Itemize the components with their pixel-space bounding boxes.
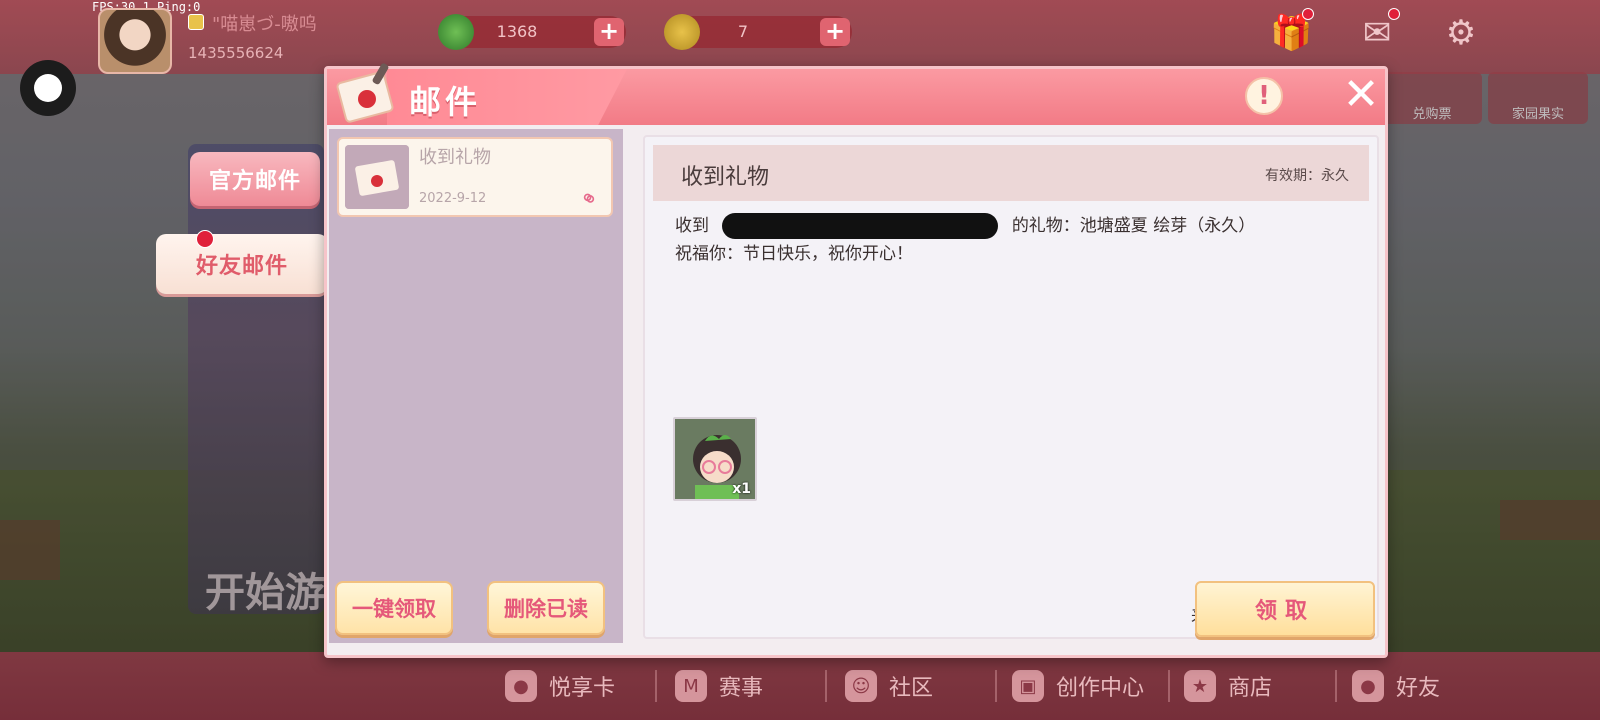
gift-notification-dot (1302, 8, 1314, 20)
player-nickname: "喵崽づ-嗷呜 (212, 14, 317, 35)
player-avatar[interactable] (98, 8, 172, 74)
cube-icon: ▣ (1012, 670, 1044, 702)
community-icon: ☺ (845, 670, 877, 702)
mail-subject: 收到礼物 (419, 147, 491, 168)
nav-friends[interactable]: ● 好友 (1352, 652, 1440, 720)
gift-count: x1 (732, 481, 751, 497)
mail-dialog: 邮件 ! ✕ 收到礼物 2022-9-12 ⚭ 一键领取 删除已读 收到礼物 有… (324, 63, 1388, 658)
coin-value: 7 (737, 22, 749, 41)
friend-mail-notification-dot (196, 230, 214, 248)
envelope-thumbnail-icon (345, 145, 409, 209)
content-title: 收到礼物 (681, 165, 770, 190)
trophy-icon: M (675, 670, 707, 702)
info-button[interactable]: ! (1245, 77, 1283, 115)
nav-creation-center-label: 创作中心 (1056, 676, 1145, 701)
add-coin-button[interactable]: + (820, 18, 850, 46)
expiry-text: 有效期：永久 (1265, 168, 1349, 184)
nav-member-card[interactable]: ● 悦享卡 (505, 652, 615, 720)
mail-list-item[interactable]: 收到礼物 2022-9-12 ⚭ (337, 137, 613, 217)
nav-creation-center[interactable]: ▣ 创作中心 (1012, 652, 1144, 720)
mail-list-panel: 收到礼物 2022-9-12 ⚭ (329, 129, 623, 643)
body-suffix: 的礼物：池塘盛夏 绘芽（永久） (1011, 216, 1256, 236)
player-uid: 1435556624 (188, 44, 284, 62)
nav-shop-label: 商店 (1228, 676, 1273, 701)
gift-icon[interactable]: 🎁 (1270, 8, 1314, 54)
nav-community[interactable]: ☺ 社区 (845, 652, 933, 720)
cart-icon: ★ (1184, 670, 1216, 702)
coin-counter: 7 + (664, 14, 852, 50)
redacted-sender (722, 213, 999, 239)
nav-events[interactable]: M 赛事 (675, 652, 763, 720)
nav-divider (825, 670, 827, 702)
rank-badge-icon (188, 14, 204, 30)
envelope-icon (336, 63, 394, 123)
pig-icon: ● (505, 670, 537, 702)
mail-notification-dot (1388, 8, 1400, 20)
mail-content-panel: 收到礼物 有效期：永久 收到 的礼物：池塘盛夏 绘芽（永久） 祝福你：节日快乐，… (643, 135, 1379, 639)
friend-icon: ● (1352, 670, 1384, 702)
mail-icon[interactable]: ✉ (1356, 8, 1400, 54)
mail-date: 2022-9-12 (419, 191, 487, 206)
gem-value: 1368 (496, 22, 538, 41)
mail-body-line-2: 祝福你：节日快乐，祝你开心！ (675, 244, 913, 264)
bottom-nav: ● 悦享卡 M 赛事 ☺ 社区 ▣ 创作中心 ★ 商店 ● 好友 (0, 652, 1600, 720)
nav-events-label: 赛事 (719, 676, 764, 701)
tab-friend-mail[interactable]: 好友邮件 (156, 230, 328, 294)
settings-gear-icon[interactable]: ⚙ (1440, 12, 1482, 54)
close-button[interactable]: ✕ (1337, 71, 1385, 119)
nav-community-label: 社区 (889, 676, 934, 701)
nav-divider (995, 670, 997, 702)
dialog-header: 邮件 ! ✕ (327, 63, 1385, 125)
tab-official-mail[interactable]: 官方邮件 (190, 152, 320, 206)
attachment-clip-icon: ⚭ (573, 184, 603, 215)
tab-friend-mail-label: 好友邮件 (195, 254, 288, 279)
nav-divider (655, 670, 657, 702)
nav-divider (1335, 670, 1337, 702)
top-hud: FPS:30.1 Ping:0 "喵崽づ-嗷呜 1435556624 1368 … (0, 0, 1600, 74)
dialog-title: 邮件 (409, 83, 482, 121)
add-gem-button[interactable]: + (594, 18, 624, 46)
gem-counter: 1368 + (438, 14, 626, 50)
mail-body-line-1: 收到 的礼物：池塘盛夏 绘芽（永久） (675, 211, 1255, 239)
nav-friends-label: 好友 (1396, 676, 1441, 701)
content-header: 收到礼物 有效期：永久 (653, 145, 1369, 201)
body-prefix: 收到 (675, 216, 709, 236)
claim-button[interactable]: 领取 (1195, 581, 1375, 637)
record-button[interactable] (20, 60, 76, 116)
gift-item-slot[interactable]: x1 (673, 417, 757, 501)
delete-read-button[interactable]: 删除已读 (487, 581, 605, 635)
nav-member-card-label: 悦享卡 (549, 676, 616, 701)
nav-divider (1168, 670, 1170, 702)
nav-shop[interactable]: ★ 商店 (1184, 652, 1272, 720)
claim-all-button[interactable]: 一键领取 (335, 581, 453, 635)
